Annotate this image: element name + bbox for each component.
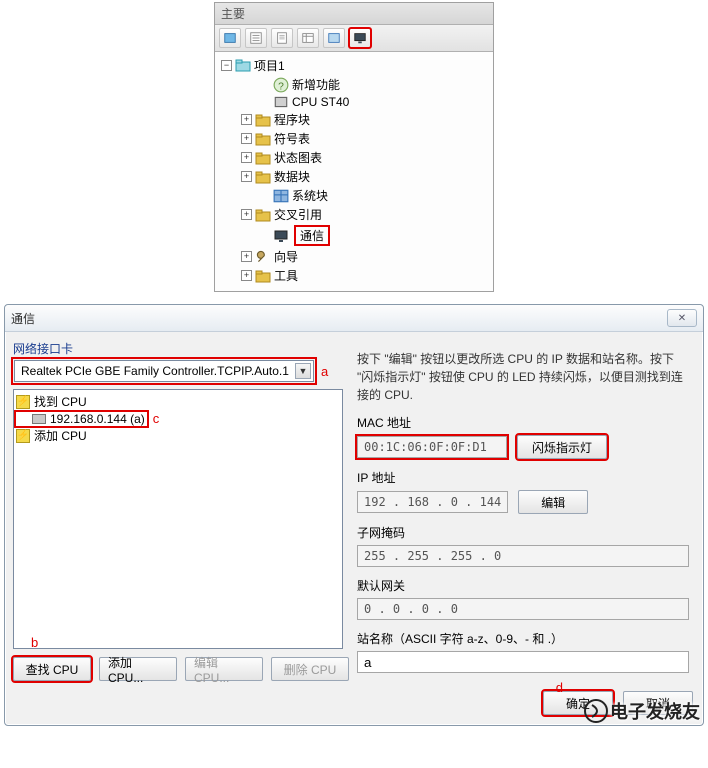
folder-icon [255,208,271,222]
toolbar-btn-3[interactable] [271,28,293,48]
close-button[interactable]: ✕ [667,309,697,327]
tree-node-cpu[interactable]: CPU ST40 [219,94,489,110]
subnet-label: 子网掩码 [357,524,689,541]
tree-node-new-feature[interactable]: ? 新增功能 [219,75,489,94]
toolbar-btn-4[interactable] [297,28,319,48]
tree-node-status-chart[interactable]: + 状态图表 [219,148,489,167]
dropdown-icon[interactable]: ▼ [295,363,311,379]
subnet-field: 子网掩码 255 . 255 . 255 . 0 [357,524,689,567]
folder-icon [255,269,271,283]
project-tree: − 项目1 ? 新增功能 CPU ST40 + 程序块 + 符号表 + 状态图表 [215,52,493,291]
station-field: 站名称（ASCII 字符 a-z、0-9、- 和 .） [357,630,689,673]
mac-label: MAC 地址 [357,414,689,431]
find-cpu-button[interactable]: 查找 CPU [13,657,91,681]
expand-icon[interactable]: + [241,251,252,262]
flash-led-button[interactable]: 闪烁指示灯 [517,435,607,459]
expand-icon[interactable]: + [241,114,252,125]
gateway-value: 0 . 0 . 0 . 0 [357,598,689,620]
cpu-button-row: 查找 CPU 添加 CPU... 编辑 CPU... 删除 CPU [13,657,343,681]
delete-cpu-button[interactable]: 删除 CPU [271,657,349,681]
expand-icon[interactable]: + [241,209,252,220]
ip-label: IP 地址 [357,469,689,486]
dialog-footer: d 确定 取消 [5,689,703,725]
ip-field: IP 地址 192 . 168 . 0 . 144 编辑 [357,469,689,514]
tree-node-project[interactable]: − 项目1 [219,56,489,75]
description-text: 按下 "编辑" 按钮以更改所选 CPU 的 IP 数据和站名称。按下 "闪烁指示… [357,350,689,404]
ip-value: 192 . 168 . 0 . 144 [357,491,508,513]
help-icon: ? [273,78,289,92]
station-input[interactable] [357,651,689,673]
project-panel: 主要 − 项目1 ? 新增功能 CPU ST40 + 程序块 + [214,2,494,292]
bolt-icon: ⚡ [16,429,30,443]
expand-icon[interactable]: + [241,152,252,163]
tree-node-wizard[interactable]: + 向导 [219,247,489,266]
svg-text:?: ? [278,81,284,92]
cpu-list-found[interactable]: ⚡ 找到 CPU [16,392,340,411]
toolbar-btn-2[interactable] [245,28,267,48]
tree-node-communication[interactable]: 通信 [219,224,489,247]
edit-cpu-button[interactable]: 编辑 CPU... [185,657,263,681]
panel-title: 主要 [215,3,493,25]
tree-node-tools[interactable]: + 工具 [219,266,489,285]
nic-combo[interactable]: Realtek PCIe GBE Family Controller.TCPIP… [14,360,314,382]
folder-icon [255,170,271,184]
folder-icon [255,132,271,146]
nic-label: 网络接口卡 [13,340,343,357]
add-cpu-button[interactable]: 添加 CPU... [99,657,177,681]
cpu-list-ip-item[interactable]: 192.168.0.144 (a) [16,412,147,426]
cancel-button[interactable]: 取消 [623,691,693,715]
nic-combo-highlight: Realtek PCIe GBE Family Controller.TCPIP… [13,359,315,383]
annotation-c: c [153,411,160,426]
toolbar-btn-1[interactable] [219,28,241,48]
nic-value: Realtek PCIe GBE Family Controller.TCPIP… [21,364,289,378]
tree-node-program-block[interactable]: + 程序块 [219,110,489,129]
module-icon [32,414,46,424]
ok-button[interactable]: 确定 [543,691,613,715]
dialog-titlebar: 通信 ✕ [5,305,703,332]
annotation-b: b [31,635,38,650]
bolt-icon: ⚡ [16,395,30,409]
folder-icon [255,113,271,127]
annotation-d: d [556,680,563,695]
cpu-list-add[interactable]: ⚡ 添加 CPU [16,426,340,445]
gateway-label: 默认网关 [357,577,689,594]
mac-value: 00:1C:06:0F:0F:D1 [357,436,507,458]
mac-field: MAC 地址 00:1C:06:0F:0F:D1 闪烁指示灯 [357,414,689,459]
monitor-icon [273,229,289,243]
panel-toolbar [215,25,493,52]
folder-icon [255,151,271,165]
chip-icon [273,95,289,109]
table-icon [273,189,289,203]
edit-ip-button[interactable]: 编辑 [518,490,588,514]
wrench-icon [255,250,271,264]
project-icon [235,59,251,73]
tree-node-symbol-table[interactable]: + 符号表 [219,129,489,148]
tree-node-system-block[interactable]: 系统块 [219,186,489,205]
expand-icon[interactable]: + [241,270,252,281]
expand-icon[interactable]: + [241,171,252,182]
dialog-title: 通信 [11,310,667,327]
tree-node-cross-ref[interactable]: + 交叉引用 [219,205,489,224]
communication-dialog: 通信 ✕ 网络接口卡 Realtek PCIe GBE Family Contr… [4,304,704,726]
expand-icon[interactable]: + [241,133,252,144]
annotation-a: a [321,364,328,379]
cpu-list[interactable]: ⚡ 找到 CPU 192.168.0.144 (a) c ⚡ 添加 CPU [13,389,343,649]
toolbar-btn-communication[interactable] [349,28,371,48]
subnet-value: 255 . 255 . 255 . 0 [357,545,689,567]
gateway-field: 默认网关 0 . 0 . 0 . 0 [357,577,689,620]
toolbar-btn-5[interactable] [323,28,345,48]
station-label: 站名称（ASCII 字符 a-z、0-9、- 和 .） [357,630,689,647]
expand-icon[interactable]: − [221,60,232,71]
tree-node-data-block[interactable]: + 数据块 [219,167,489,186]
